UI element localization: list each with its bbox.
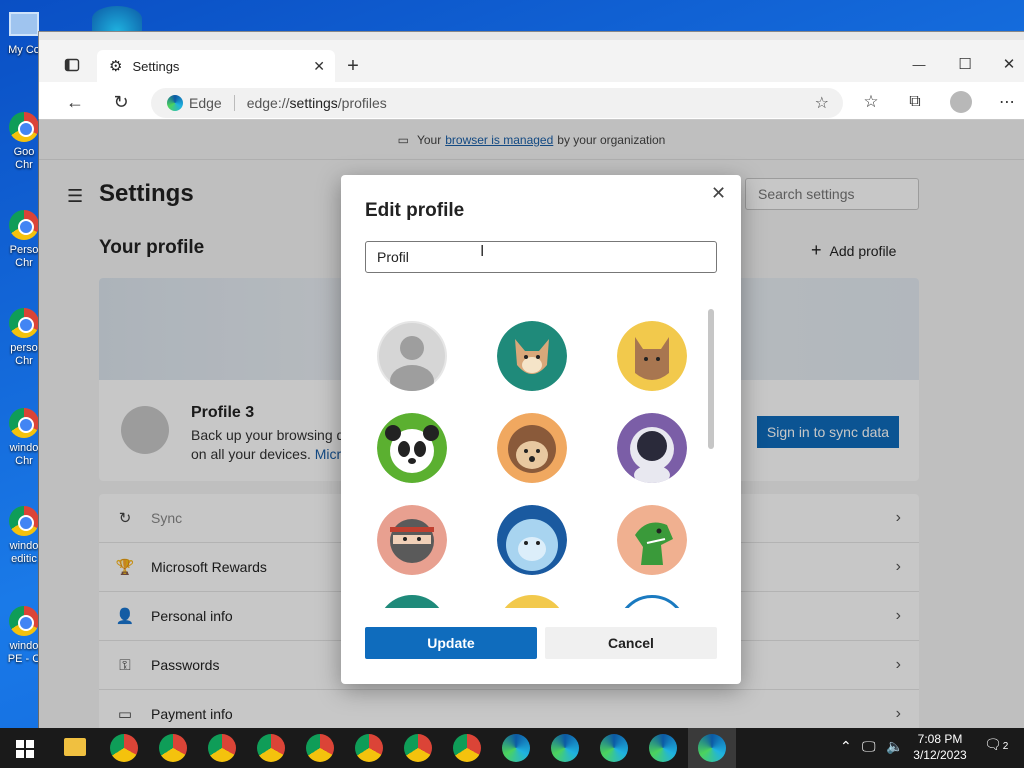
chrome-taskbar-icon-5[interactable] — [306, 734, 334, 762]
gear-icon: ⚙ — [109, 58, 123, 75]
chrome-icon — [9, 408, 39, 438]
astronaut-avatar[interactable] — [617, 413, 687, 483]
chrome-taskbar-icon-8[interactable] — [453, 734, 481, 762]
url-host: settings — [289, 95, 338, 111]
yeti-avatar[interactable] — [497, 505, 567, 575]
address-bar[interactable]: Edge edge://settings/profiles ☆ — [151, 88, 843, 118]
default-avatar[interactable] — [377, 321, 447, 391]
more-menu-icon[interactable]: ⋯ — [995, 90, 1019, 114]
hedgehog-avatar[interactable] — [497, 413, 567, 483]
chrome-icon — [9, 506, 39, 536]
avatar-grid — [365, 305, 705, 608]
dialog-title: Edit profile — [365, 200, 465, 221]
profile-avatar-icon[interactable] — [949, 90, 973, 114]
edge-taskbar-icon-2[interactable] — [551, 734, 579, 762]
edge-taskbar-icon-active[interactable] — [698, 734, 726, 762]
tab-settings[interactable]: ⚙ Settings ✕ — [97, 50, 335, 82]
cat-avatar[interactable] — [617, 321, 687, 391]
minimize-button[interactable]: — — [907, 52, 931, 76]
ninja-avatar[interactable] — [377, 505, 447, 575]
chrome-taskbar-icon-1[interactable] — [110, 734, 138, 762]
network-icon[interactable]: 🖵 — [862, 738, 876, 755]
edge-taskbar-icon-3[interactable] — [600, 734, 628, 762]
edge-logo-icon — [167, 95, 183, 111]
clock[interactable]: 7:08 PM 3/12/2023 — [910, 731, 970, 763]
chevron-up-icon[interactable]: ⌃ — [840, 738, 852, 755]
chrome-icon — [9, 606, 39, 636]
dinosaur-avatar[interactable] — [617, 505, 687, 575]
close-icon[interactable]: ✕ — [711, 183, 726, 204]
avatar-partial-3[interactable] — [617, 595, 687, 608]
chrome-icon — [9, 112, 39, 142]
new-tab-button[interactable]: + — [341, 54, 365, 78]
profile-name-input[interactable] — [365, 241, 717, 273]
notification-icon[interactable]: 🗨2 — [984, 736, 1008, 753]
volume-icon[interactable]: 🔈 — [886, 738, 903, 755]
fox-avatar[interactable] — [497, 321, 567, 391]
toolbar: ← ↻ Edge edge://settings/profiles ☆ ☆ ⧉ … — [39, 82, 1024, 120]
favorites-icon[interactable]: ☆ — [859, 90, 883, 114]
maximize-button[interactable]: ☐ — [953, 52, 977, 76]
chrome-taskbar-icon-7[interactable] — [404, 734, 432, 762]
chrome-taskbar-icon-6[interactable] — [355, 734, 383, 762]
avatar-partial-2[interactable] — [497, 595, 567, 608]
file-explorer-icon[interactable] — [64, 738, 86, 756]
computer-icon — [9, 12, 39, 36]
back-icon[interactable]: ← — [63, 90, 87, 114]
scrollbar[interactable] — [708, 309, 714, 449]
edge-desktop-icon[interactable] — [92, 6, 142, 32]
text-cursor-icon: I — [480, 243, 485, 260]
panda-avatar[interactable] — [377, 413, 447, 483]
chrome-taskbar-icon-3[interactable] — [208, 734, 236, 762]
tab-close-icon[interactable]: ✕ — [313, 58, 325, 75]
chrome-icon — [9, 308, 39, 338]
start-button[interactable] — [16, 740, 34, 763]
collections-icon[interactable]: ⧉ — [903, 90, 927, 114]
chrome-taskbar-icon-4[interactable] — [257, 734, 285, 762]
chrome-taskbar-icon-2[interactable] — [159, 734, 187, 762]
cancel-button[interactable]: Cancel — [545, 627, 717, 659]
edit-profile-dialog: Edit profile ✕ I — [341, 175, 741, 684]
close-window-button[interactable]: ✕ — [997, 52, 1021, 76]
tab-label: Settings — [132, 58, 180, 74]
tab-strip: ⚙ Settings ✕ + — ☐ ✕ — [39, 32, 1024, 82]
url-path: /profiles — [337, 95, 387, 111]
tab-actions-icon[interactable] — [61, 54, 83, 76]
refresh-icon[interactable]: ↻ — [109, 90, 133, 114]
avatar-partial-1[interactable] — [377, 595, 447, 608]
url-scheme: edge:// — [246, 95, 290, 111]
chrome-icon — [9, 210, 39, 240]
add-favorite-icon[interactable]: ☆ — [815, 93, 829, 113]
address-brand: Edge — [189, 95, 222, 111]
edge-taskbar-icon-4[interactable] — [649, 734, 677, 762]
update-button[interactable]: Update — [365, 627, 537, 659]
edge-taskbar-icon-1[interactable] — [502, 734, 530, 762]
